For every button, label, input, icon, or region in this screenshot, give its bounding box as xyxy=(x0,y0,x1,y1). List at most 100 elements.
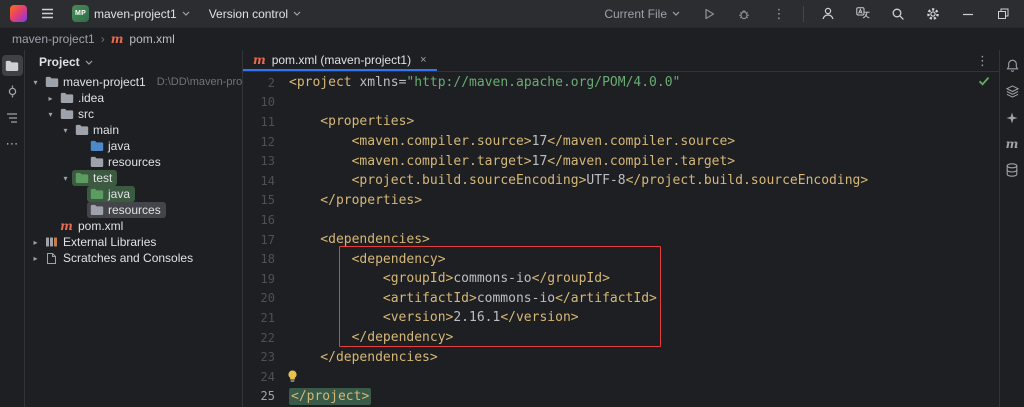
project-widget-label: maven-project1 xyxy=(94,6,177,21)
inspection-ok-icon[interactable] xyxy=(978,76,990,86)
code-line-10[interactable]: 10 xyxy=(243,93,999,113)
breadcrumb-file[interactable]: pom.xml xyxy=(129,32,174,46)
breadcrumb-project[interactable]: maven-project1 xyxy=(12,32,95,46)
maximize-icon[interactable] xyxy=(992,3,1014,25)
line-content: <project.build.sourceEncoding> UTF-8 </pro… xyxy=(289,173,869,188)
line-content: </properties> xyxy=(289,193,422,208)
code-line-17[interactable]: 17 <dependencies> xyxy=(243,230,999,250)
vcs-widget[interactable]: Version control xyxy=(204,5,306,23)
maven-icon[interactable]: m xyxy=(1002,133,1023,154)
project-tree: ▾ maven-project1 D:\DD\maven-project1 ▸ .ide… xyxy=(25,74,242,407)
chevron-down-icon xyxy=(85,60,93,65)
chevron-right-icon[interactable]: ▸ xyxy=(29,254,42,263)
main-menu-icon[interactable] xyxy=(36,3,58,25)
minimize-icon[interactable] xyxy=(957,3,979,25)
code-line-23[interactable]: 23 </dependencies> xyxy=(243,347,999,367)
chevron-down-icon[interactable]: ▾ xyxy=(59,126,72,135)
commit-icon[interactable] xyxy=(2,81,23,102)
tree-item-pom-xml[interactable]: m pom.xml xyxy=(25,218,242,234)
project-panel-header[interactable]: Project xyxy=(25,50,242,74)
right-tool-stripe: m xyxy=(999,50,1024,407)
notifications-icon[interactable] xyxy=(1002,55,1023,76)
tree-item-chip: .idea xyxy=(57,90,109,106)
line-number: 13 xyxy=(260,154,275,169)
code-line-18[interactable]: 18 <dependency> xyxy=(243,249,999,269)
folder-icon xyxy=(44,76,59,88)
code-token: xmlns xyxy=(359,75,399,91)
intention-bulb-icon[interactable] xyxy=(287,370,298,383)
line-content: <maven.compiler.target> 17 </maven.compile… xyxy=(289,154,736,169)
code-line-11[interactable]: 11 <properties> xyxy=(243,112,999,132)
tree-item-java[interactable]: java xyxy=(25,186,242,202)
chevron-right-icon[interactable]: ▸ xyxy=(44,94,57,103)
tab-options-icon[interactable]: ⋮ xyxy=(976,53,999,69)
folder-source-icon xyxy=(89,140,104,152)
tree-item-label: .idea xyxy=(78,91,105,105)
translate-icon[interactable] xyxy=(852,3,874,25)
close-icon[interactable]: × xyxy=(420,54,426,66)
ai-assistant-icon[interactable] xyxy=(1002,107,1023,128)
search-icon[interactable] xyxy=(887,3,909,25)
code-editor[interactable]: 2 <project xmlns = "http://maven.apache.org… xyxy=(243,72,999,407)
tree-item-path: D:\DD\maven-project1 xyxy=(156,76,242,88)
code-token: "http://maven.apache.org/POM/4.0.0" xyxy=(406,75,681,91)
tree-item-resources[interactable]: resources xyxy=(25,202,242,218)
chevron-down-icon xyxy=(293,11,301,16)
tree-item-chip: java xyxy=(87,186,136,202)
tree-item-test[interactable]: ▾ test xyxy=(25,170,242,186)
structure-icon[interactable] xyxy=(2,107,23,128)
chevron-down-icon[interactable]: ▾ xyxy=(59,174,72,183)
intellij-logo-icon xyxy=(10,5,27,22)
code-line-13[interactable]: 13 <maven.compiler.target> 17 </maven.compi… xyxy=(243,151,999,171)
tree-item-scratches-and-consoles[interactable]: ▸ Scratches and Consoles xyxy=(25,250,242,266)
code-line-25[interactable]: 25 </project> xyxy=(243,387,999,407)
code-token: <properties> xyxy=(320,114,415,130)
tree-item-main[interactable]: ▾ main xyxy=(25,122,242,138)
build-icon[interactable] xyxy=(1002,81,1023,102)
code-line-24[interactable]: 24 xyxy=(243,367,999,387)
line-content: <artifactId> commons-io </artifactId> xyxy=(289,291,657,306)
tree-item-label: java xyxy=(108,187,131,201)
code-line-12[interactable]: 12 <maven.compiler.source> 17 </maven.compi… xyxy=(243,132,999,152)
tree-item-maven-project1[interactable]: ▾ maven-project1 D:\DD\maven-project1 xyxy=(25,74,242,90)
chevron-right-icon[interactable]: ▸ xyxy=(29,238,42,247)
code-token: <maven.compiler.source> xyxy=(351,134,532,150)
tree-item-external-libraries[interactable]: ▸ External Libraries xyxy=(25,234,242,250)
more-actions-icon[interactable]: ⋮ xyxy=(768,3,790,25)
tree-item-src[interactable]: ▾ src xyxy=(25,106,242,122)
folder-icon xyxy=(59,108,74,120)
run-config-widget[interactable]: Current File xyxy=(599,5,685,23)
more-icon[interactable]: ⋯ xyxy=(2,133,23,154)
toolbar-divider xyxy=(803,5,804,22)
settings-icon[interactable] xyxy=(922,3,944,25)
code-line-22[interactable]: 22 </dependency> xyxy=(243,328,999,348)
project-badge: MP xyxy=(72,5,89,22)
debug-icon[interactable] xyxy=(733,3,755,25)
tree-item--idea[interactable]: ▸ .idea xyxy=(25,90,242,106)
chevron-down-icon[interactable]: ▾ xyxy=(29,78,42,87)
line-content: <dependencies> xyxy=(289,232,430,247)
folder-test-icon xyxy=(89,188,104,200)
code-line-16[interactable]: 16 xyxy=(243,210,999,230)
code-line-2[interactable]: 2 <project xmlns = "http://maven.apache.org… xyxy=(243,73,999,93)
user-icon[interactable] xyxy=(817,3,839,25)
project-icon[interactable] xyxy=(1,55,23,76)
code-line-21[interactable]: 21 <version> 2.16.1 </version> xyxy=(243,308,999,328)
project-widget[interactable]: MP maven-project1 xyxy=(67,3,195,24)
code-line-19[interactable]: 19 <groupId> commons-io </groupId> xyxy=(243,269,999,289)
tree-item-chip: maven-project1 xyxy=(42,74,151,90)
run-icon[interactable] xyxy=(698,3,720,25)
tree-item-java[interactable]: java xyxy=(25,138,242,154)
database-icon[interactable] xyxy=(1002,159,1023,180)
tab-pom-xml[interactable]: m pom.xml (maven-project1) × xyxy=(243,50,437,71)
code-line-15[interactable]: 15 </properties> xyxy=(243,191,999,211)
chevron-down-icon[interactable]: ▾ xyxy=(44,110,57,119)
code-line-20[interactable]: 20 <artifactId> commons-io </artifactId> xyxy=(243,289,999,309)
code-token: commons-io xyxy=(476,290,556,306)
line-number: 20 xyxy=(260,291,275,306)
title-bar: MP maven-project1 Version control Curren… xyxy=(0,0,1024,28)
tree-item-resources[interactable]: resources xyxy=(25,154,242,170)
code-token: </dependency> xyxy=(351,330,454,346)
line-content: <maven.compiler.source> 17 </maven.compile… xyxy=(289,134,736,150)
code-line-14[interactable]: 14 <project.build.sourceEncoding> UTF-8 </p… xyxy=(243,171,999,191)
